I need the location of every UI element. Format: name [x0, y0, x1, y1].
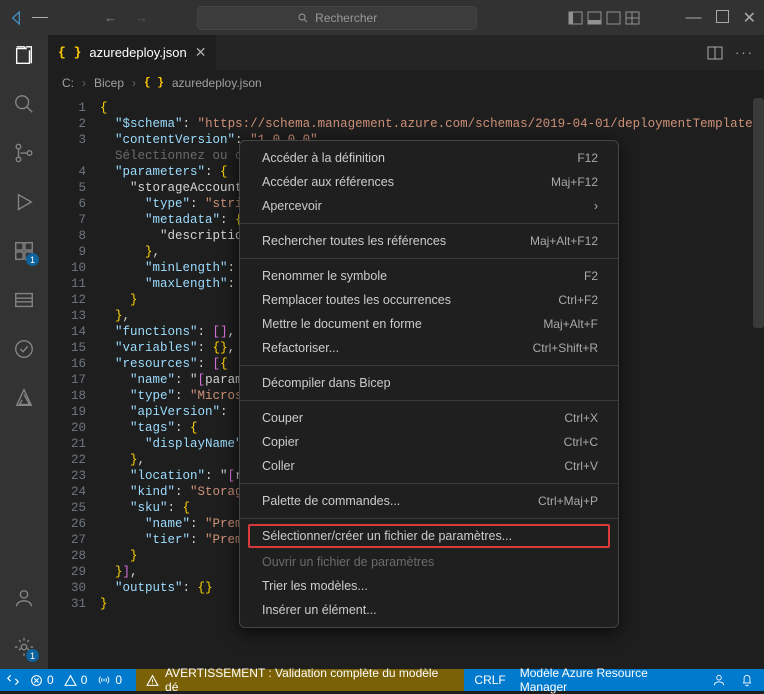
status-warnings[interactable]: 0 [64, 673, 88, 687]
window-close-icon[interactable]: ✕ [743, 8, 756, 28]
accounts-icon[interactable] [12, 586, 36, 610]
menu-command-palette[interactable]: Palette de commandes...Ctrl+Maj+P [240, 489, 618, 513]
status-validation-warning[interactable]: AVERTISSEMENT : Validation complète du m… [136, 669, 464, 691]
menu-sort-templates[interactable]: Trier les modèles... [240, 574, 618, 598]
azure-icon[interactable] [12, 386, 36, 410]
layout-controls[interactable] [568, 11, 640, 25]
menu-rename-symbol[interactable]: Renommer le symboleF2 [240, 264, 618, 288]
status-feedback-icon[interactable] [712, 673, 726, 687]
testing-icon[interactable] [12, 337, 36, 361]
menu-separator [240, 223, 618, 224]
layout-bottom-icon[interactable] [587, 11, 602, 25]
menu-replace-all[interactable]: Remplacer toutes les occurrencesCtrl+F2 [240, 288, 618, 312]
status-bar: 0 0 0 AVERTISSEMENT : Validation complèt… [0, 669, 764, 691]
vscode-logo-icon [8, 10, 24, 26]
chevron-right-icon: › [594, 199, 598, 213]
extensions-badge: 1 [26, 253, 39, 266]
activity-bar: 1 1 [0, 35, 48, 669]
status-language-mode[interactable]: Modèle Azure Resource Manager [520, 666, 698, 694]
menu-separator [240, 400, 618, 401]
extensions-icon[interactable]: 1 [12, 239, 36, 263]
status-errors[interactable]: 0 [30, 673, 54, 687]
remote-indicator[interactable] [6, 673, 20, 687]
menu-copy[interactable]: CopierCtrl+C [240, 430, 618, 454]
arm-templates-icon[interactable] [12, 288, 36, 312]
search-placeholder: Rechercher [315, 11, 377, 25]
nav-back-icon[interactable]: ← [104, 10, 117, 25]
menu-goto-references[interactable]: Accéder aux référencesMaj+F12 [240, 170, 618, 194]
layout-left-icon[interactable] [568, 11, 583, 25]
status-bell-icon[interactable] [740, 673, 754, 687]
nav-forward-icon[interactable]: → [135, 10, 148, 25]
menu-paste[interactable]: CollerCtrl+V [240, 454, 618, 478]
search-icon [297, 12, 309, 24]
context-menu: Accéder à la définitionF12 Accéder aux r… [239, 140, 619, 628]
menu-find-all-references[interactable]: Rechercher toutes les référencesMaj+Alt+… [240, 229, 618, 253]
menu-open-param-file: Ouvrir un fichier de paramètres [240, 550, 618, 574]
split-editor-icon[interactable] [707, 46, 723, 60]
breadcrumb-seg[interactable]: Bicep [94, 76, 124, 90]
menu-separator [240, 365, 618, 366]
title-bar: ← → Rechercher ― ✕ [0, 0, 764, 35]
explorer-icon[interactable] [12, 43, 36, 67]
breadcrumb-seg[interactable]: azuredeploy.json [172, 76, 262, 90]
menu-peek[interactable]: Apercevoir› [240, 194, 618, 218]
status-radio-tower-icon[interactable]: 0 [97, 673, 122, 687]
menu-refactor[interactable]: Refactoriser...Ctrl+Shift+R [240, 336, 618, 360]
tab-azuredeploy[interactable]: { } azuredeploy.json ✕ [48, 35, 217, 70]
json-file-icon: { } [58, 45, 81, 60]
menu-decompile-bicep[interactable]: Décompiler dans Bicep [240, 371, 618, 395]
chevron-right-icon: › [82, 76, 86, 90]
menu-select-create-param-file[interactable]: Sélectionner/créer un fichier de paramèt… [248, 524, 610, 548]
source-control-icon[interactable] [12, 141, 36, 165]
window-minimize-icon[interactable]: ― [686, 9, 702, 27]
menu-separator [240, 483, 618, 484]
menu-format-document[interactable]: Mettre le document en formeMaj+Alt+F [240, 312, 618, 336]
tab-more-icon[interactable]: ··· [735, 45, 754, 60]
run-debug-icon[interactable] [12, 190, 36, 214]
menu-separator [240, 258, 618, 259]
menu-cut[interactable]: CouperCtrl+X [240, 406, 618, 430]
command-center-search[interactable]: Rechercher [197, 6, 477, 30]
search-activity-icon[interactable] [12, 92, 36, 116]
tab-close-icon[interactable]: ✕ [195, 44, 207, 61]
menu-goto-definition[interactable]: Accéder à la définitionF12 [240, 146, 618, 170]
hamburger-menu-icon[interactable] [32, 10, 48, 26]
status-eol[interactable]: CRLF [474, 673, 505, 687]
breadcrumb[interactable]: C: › Bicep › { } azuredeploy.json [48, 70, 764, 96]
settings-badge: 1 [26, 649, 39, 662]
tab-filename: azuredeploy.json [89, 45, 186, 60]
menu-separator [240, 518, 618, 519]
menu-insert-item[interactable]: Insérer un élément... [240, 598, 618, 622]
tab-bar: { } azuredeploy.json ✕ ··· [48, 35, 764, 70]
json-file-icon: { } [144, 77, 164, 89]
chevron-right-icon: › [132, 76, 136, 90]
layout-custom-icon[interactable] [625, 11, 640, 25]
breadcrumb-seg[interactable]: C: [62, 76, 74, 90]
window-maximize-icon[interactable] [716, 10, 729, 26]
line-gutter: 1234567891011121314151617181920212223242… [48, 100, 100, 669]
minimap-scrollbar[interactable] [750, 96, 764, 669]
nav-back-forward: ← → [104, 10, 148, 25]
layout-right-icon[interactable] [606, 11, 621, 25]
settings-gear-icon[interactable]: 1 [12, 635, 36, 659]
